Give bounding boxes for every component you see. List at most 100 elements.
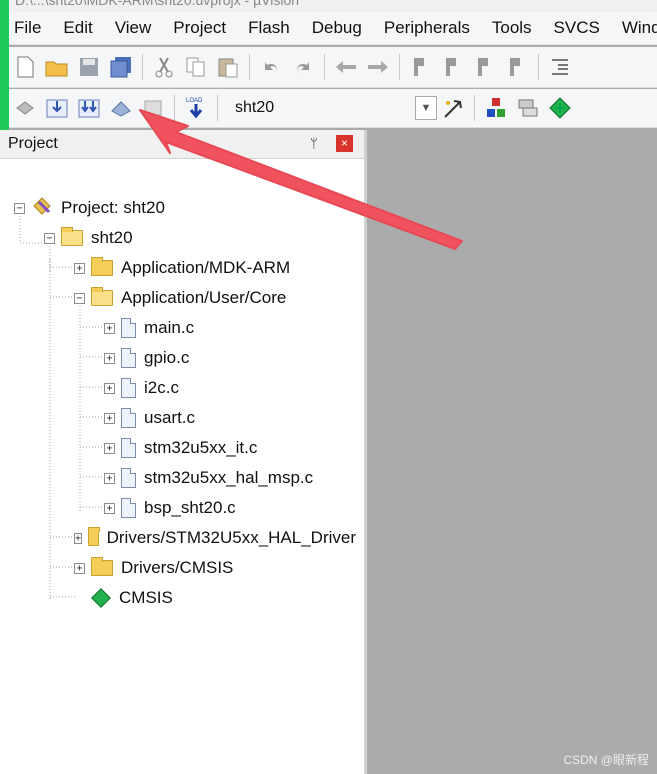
rebuild-icon[interactable] xyxy=(76,95,102,121)
folder-icon xyxy=(91,257,113,276)
tree-file-row[interactable]: + gpio.c xyxy=(104,343,189,373)
tree-file-row[interactable]: + stm32u5xx_hal_msp.c xyxy=(104,463,313,493)
tree-group-row[interactable]: + Drivers/CMSIS xyxy=(74,553,233,583)
menu-flash[interactable]: Flash xyxy=(237,18,301,38)
target-dropdown[interactable]: ▼ xyxy=(415,96,437,120)
file-label: main.c xyxy=(144,318,195,337)
expand-icon[interactable]: + xyxy=(104,322,115,334)
menu-bar: File Edit View Project Flash Debug Perip… xyxy=(9,12,657,45)
tree-target-row[interactable]: − sht20 xyxy=(44,223,133,253)
file-icon xyxy=(121,318,136,338)
bookmark-next-icon[interactable] xyxy=(472,54,498,80)
group-label: Application/MDK-ARM xyxy=(121,258,291,277)
tree-root-row[interactable]: − Project: sht20 xyxy=(14,193,165,223)
title-bar: D:\...\sht20\MDK-ARM\sht20.uvprojx - µVi… xyxy=(9,0,657,12)
collapse-icon[interactable]: − xyxy=(14,202,25,214)
toolbar-separator xyxy=(249,54,250,80)
pin-icon[interactable]: ᛘ xyxy=(310,136,318,151)
expand-icon[interactable]: + xyxy=(104,352,115,364)
copy-icon[interactable] xyxy=(183,54,209,80)
file-icon xyxy=(121,348,136,368)
tree-file-row[interactable]: + usart.c xyxy=(104,403,195,433)
close-icon[interactable]: × xyxy=(336,135,353,152)
toolbar-separator xyxy=(142,54,143,80)
redo-icon[interactable] xyxy=(290,54,316,80)
pack-installer-icon[interactable] xyxy=(547,95,573,121)
group-label: Application/User/Core xyxy=(121,288,287,307)
menu-edit[interactable]: Edit xyxy=(52,18,103,38)
menu-svcs[interactable]: SVCS xyxy=(543,18,611,38)
bookmark-clear-icon[interactable] xyxy=(504,54,530,80)
expand-icon[interactable]: + xyxy=(104,442,115,454)
file-label: stm32u5xx_it.c xyxy=(144,438,258,457)
file-icon xyxy=(121,468,136,488)
project-panel-header: Project ᛘ × xyxy=(0,130,364,159)
chevron-down-icon: ▼ xyxy=(420,102,432,114)
file-label: bsp_sht20.c xyxy=(144,498,236,517)
collapse-icon[interactable]: − xyxy=(44,232,55,244)
tree-group-row[interactable]: − Application/User/Core xyxy=(74,283,286,313)
bookmark-icon[interactable] xyxy=(408,54,434,80)
tree-file-row[interactable]: + bsp_sht20.c xyxy=(104,493,236,523)
target-options-icon[interactable] xyxy=(440,95,466,121)
translate-icon[interactable] xyxy=(12,95,38,121)
toolbar-separator xyxy=(174,95,175,121)
build-icon[interactable] xyxy=(44,95,70,121)
tree-file-row[interactable]: + i2c.c xyxy=(104,373,179,403)
file-icon xyxy=(121,498,136,518)
save-icon[interactable] xyxy=(76,54,102,80)
expand-icon[interactable]: + xyxy=(74,532,83,544)
file-label: usart.c xyxy=(144,408,196,427)
target-label: sht20 xyxy=(91,228,133,247)
download-icon[interactable]: LOAD xyxy=(183,95,209,121)
tree-group-row[interactable]: + Application/MDK-ARM xyxy=(74,253,290,283)
menu-project[interactable]: Project xyxy=(162,18,237,38)
group-label: Drivers/CMSIS xyxy=(121,558,234,577)
expand-icon[interactable]: + xyxy=(104,412,115,424)
new-file-icon[interactable] xyxy=(12,54,38,80)
cut-icon[interactable] xyxy=(151,54,177,80)
toolbar-separator xyxy=(538,54,539,80)
tree-cmsis-row[interactable]: CMSIS xyxy=(91,583,173,613)
collapse-icon[interactable]: − xyxy=(74,292,85,304)
manage-components-icon[interactable] xyxy=(483,95,509,121)
tree-file-row[interactable]: + stm32u5xx_it.c xyxy=(104,433,257,463)
undo-icon[interactable] xyxy=(258,54,284,80)
stop-build-icon[interactable] xyxy=(140,95,166,121)
tree-group-row[interactable]: + Drivers/STM32U5xx_HAL_Driver xyxy=(74,523,356,553)
expand-icon[interactable]: + xyxy=(104,382,115,394)
menu-peripherals[interactable]: Peripherals xyxy=(373,18,481,38)
file-label: stm32u5xx_hal_msp.c xyxy=(144,468,314,487)
menu-window[interactable]: Wind xyxy=(611,18,657,38)
watermark: CSDN @眼新程 xyxy=(563,753,649,767)
expand-icon[interactable]: + xyxy=(104,472,115,484)
nav-back-icon[interactable] xyxy=(333,54,359,80)
toolbar-separator xyxy=(217,95,218,121)
expand-icon[interactable]: + xyxy=(74,562,85,574)
save-all-icon[interactable] xyxy=(108,54,134,80)
menu-tools[interactable]: Tools xyxy=(481,18,543,38)
target-folder-icon xyxy=(61,227,83,246)
menu-file[interactable]: File xyxy=(9,18,52,38)
build-toolbar: LOAD sht20 ▼ xyxy=(9,89,657,128)
batch-build-icon[interactable] xyxy=(108,95,134,121)
file-label: gpio.c xyxy=(144,348,190,367)
bookmark-prev-icon[interactable] xyxy=(440,54,466,80)
folder-icon xyxy=(91,557,113,576)
menu-view[interactable]: View xyxy=(104,18,163,38)
menu-debug[interactable]: Debug xyxy=(301,18,373,38)
folder-icon xyxy=(88,527,100,546)
file-icon xyxy=(121,378,136,398)
indent-icon[interactable] xyxy=(547,54,573,80)
expand-icon[interactable]: + xyxy=(74,262,85,274)
nav-forward-icon[interactable] xyxy=(365,54,391,80)
cmsis-component-icon xyxy=(91,588,111,608)
expand-icon[interactable]: + xyxy=(104,502,115,514)
window-title: D:\...\sht20\MDK-ARM\sht20.uvprojx - µVi… xyxy=(15,0,300,8)
tree-file-row[interactable]: + main.c xyxy=(104,313,194,343)
manage-project-icon[interactable] xyxy=(515,95,541,121)
open-folder-icon[interactable] xyxy=(44,54,70,80)
paste-icon[interactable] xyxy=(215,54,241,80)
target-name[interactable]: sht20 xyxy=(235,99,415,117)
svg-text:LOAD: LOAD xyxy=(186,98,203,104)
